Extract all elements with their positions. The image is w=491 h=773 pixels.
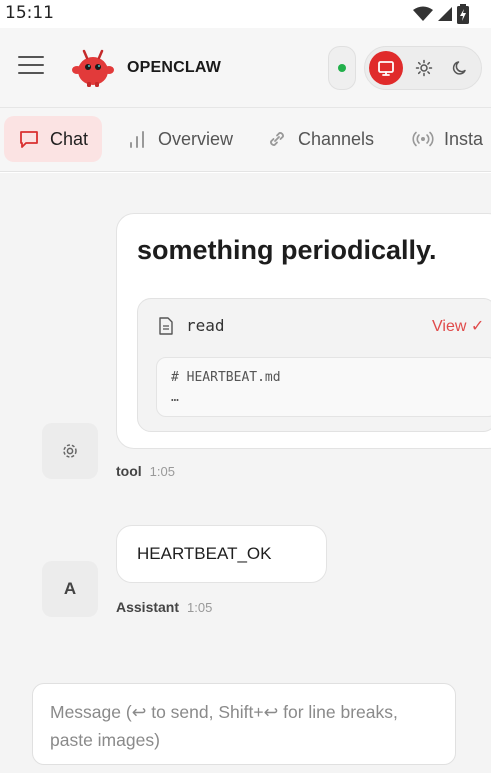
- code-line: # HEARTBEAT.md: [171, 370, 281, 385]
- message-time: 1:05: [187, 600, 213, 615]
- bar-chart-icon: [130, 131, 144, 148]
- sun-icon: [415, 59, 433, 77]
- tab-instances[interactable]: Insta: [398, 116, 491, 162]
- tool-output-preview: # HEARTBEAT.md …: [156, 357, 491, 417]
- tab-label: Overview: [158, 128, 234, 149]
- battery-icon: [457, 4, 469, 24]
- status-time: 15:11: [5, 3, 54, 23]
- brand-title: OPENCLAW: [127, 59, 222, 76]
- message-time: 1:05: [149, 464, 175, 479]
- theme-switcher: [364, 46, 482, 90]
- menu-button[interactable]: [18, 56, 44, 78]
- assistant-avatar: A: [42, 561, 98, 617]
- tab-label: Insta: [444, 128, 484, 149]
- status-bar: 15:11: [0, 0, 491, 28]
- broadcast-icon: [412, 131, 434, 147]
- view-tool-output-link[interactable]: View ✓: [432, 316, 484, 336]
- message-text: something periodically.: [137, 235, 437, 265]
- sender-name: tool: [116, 463, 142, 479]
- message-input[interactable]: Message (↩ to send, Shift+↩ for line bre…: [50, 698, 445, 754]
- sender-name: Assistant: [116, 599, 180, 615]
- tab-channels[interactable]: Channels: [252, 116, 388, 162]
- tool-avatar: [42, 423, 98, 479]
- menu-icon-bar: [18, 72, 44, 74]
- theme-light-button[interactable]: [407, 51, 441, 85]
- menu-icon-bar: [18, 56, 44, 58]
- status-icons: [413, 4, 469, 24]
- tab-label: Channels: [298, 128, 375, 149]
- link-icon: [270, 132, 284, 146]
- openclaw-logo-icon: [72, 49, 114, 87]
- tab-chat[interactable]: Chat: [4, 116, 103, 162]
- tab-label: Chat: [50, 128, 89, 149]
- monitor-icon: [378, 61, 394, 76]
- connection-status-indicator: [328, 46, 356, 90]
- message-meta: tool 1:05: [116, 463, 175, 479]
- message-bubble: HEARTBEAT_OK: [116, 525, 327, 583]
- tab-overview[interactable]: Overview: [112, 116, 247, 162]
- app-header: OPENCLAW: [0, 28, 491, 108]
- moon-icon: [452, 61, 466, 75]
- theme-dark-button[interactable]: [443, 51, 477, 85]
- online-status-dot: [338, 64, 346, 72]
- nav-tabs: Chat Overview Channels Insta: [0, 108, 491, 172]
- chat-bubble-icon: [20, 131, 38, 148]
- gear-icon: [63, 444, 77, 458]
- tool-name: read: [186, 316, 225, 335]
- file-icon: [159, 317, 173, 335]
- message-composer[interactable]: Message (↩ to send, Shift+↩ for line bre…: [32, 683, 456, 765]
- menu-icon-bar: [18, 64, 44, 66]
- chat-thread: something periodically. read View ✓ # HE…: [0, 173, 491, 773]
- message-text: HEARTBEAT_OK: [137, 544, 272, 563]
- theme-system-button[interactable]: [369, 51, 403, 85]
- tool-call-card: read View ✓ # HEARTBEAT.md …: [137, 298, 491, 432]
- message-meta: Assistant 1:05: [116, 599, 212, 615]
- avatar-letter: A: [63, 579, 77, 598]
- code-line: …: [171, 390, 179, 405]
- wifi-icon: [413, 6, 433, 21]
- signal-icon: [438, 7, 452, 21]
